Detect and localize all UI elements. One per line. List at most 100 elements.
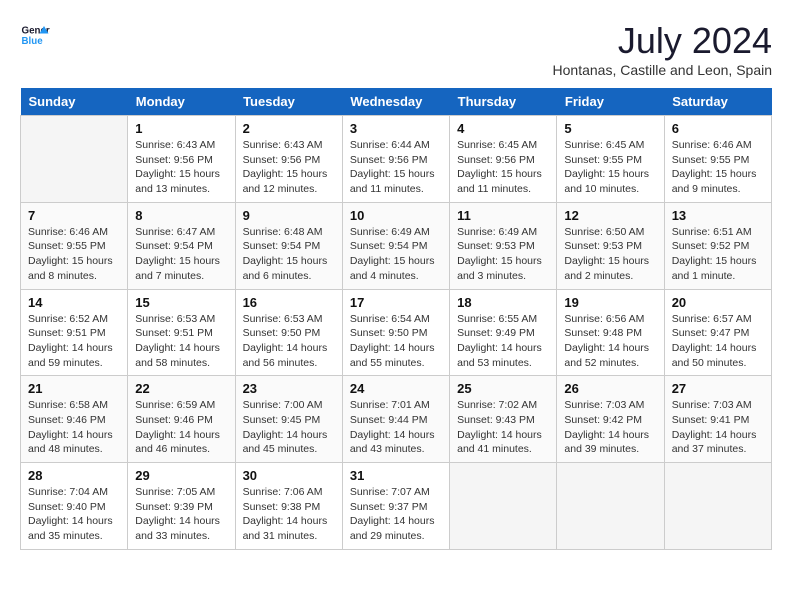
day-info: Sunrise: 7:03 AMSunset: 9:41 PMDaylight:… [672, 398, 764, 457]
weekday-header-wednesday: Wednesday [342, 88, 449, 116]
day-number: 6 [672, 121, 764, 136]
day-info: Sunrise: 6:50 AMSunset: 9:53 PMDaylight:… [564, 225, 656, 284]
calendar-day-cell: 26 Sunrise: 7:03 AMSunset: 9:42 PMDaylig… [557, 376, 664, 463]
day-number: 28 [28, 468, 120, 483]
calendar-day-cell: 7 Sunrise: 6:46 AMSunset: 9:55 PMDayligh… [21, 202, 128, 289]
day-number: 5 [564, 121, 656, 136]
day-number: 21 [28, 381, 120, 396]
calendar-day-cell: 24 Sunrise: 7:01 AMSunset: 9:44 PMDaylig… [342, 376, 449, 463]
day-number: 13 [672, 208, 764, 223]
day-number: 8 [135, 208, 227, 223]
calendar-day-cell: 6 Sunrise: 6:46 AMSunset: 9:55 PMDayligh… [664, 116, 771, 203]
day-number: 31 [350, 468, 442, 483]
day-number: 17 [350, 295, 442, 310]
day-number: 15 [135, 295, 227, 310]
day-number: 23 [243, 381, 335, 396]
day-info: Sunrise: 6:47 AMSunset: 9:54 PMDaylight:… [135, 225, 227, 284]
weekday-header-row: SundayMondayTuesdayWednesdayThursdayFrid… [21, 88, 772, 116]
day-info: Sunrise: 6:59 AMSunset: 9:46 PMDaylight:… [135, 398, 227, 457]
day-info: Sunrise: 7:02 AMSunset: 9:43 PMDaylight:… [457, 398, 549, 457]
logo: General Blue [20, 20, 50, 50]
weekday-header-saturday: Saturday [664, 88, 771, 116]
day-number: 12 [564, 208, 656, 223]
day-number: 11 [457, 208, 549, 223]
day-info: Sunrise: 6:53 AMSunset: 9:50 PMDaylight:… [243, 312, 335, 371]
day-info: Sunrise: 6:48 AMSunset: 9:54 PMDaylight:… [243, 225, 335, 284]
weekday-header-friday: Friday [557, 88, 664, 116]
day-number: 29 [135, 468, 227, 483]
day-number: 30 [243, 468, 335, 483]
calendar-day-cell: 28 Sunrise: 7:04 AMSunset: 9:40 PMDaylig… [21, 463, 128, 550]
calendar-day-cell: 18 Sunrise: 6:55 AMSunset: 9:49 PMDaylig… [450, 289, 557, 376]
day-number: 1 [135, 121, 227, 136]
day-info: Sunrise: 6:49 AMSunset: 9:53 PMDaylight:… [457, 225, 549, 284]
day-info: Sunrise: 6:46 AMSunset: 9:55 PMDaylight:… [672, 138, 764, 197]
calendar-day-cell: 12 Sunrise: 6:50 AMSunset: 9:53 PMDaylig… [557, 202, 664, 289]
day-info: Sunrise: 6:55 AMSunset: 9:49 PMDaylight:… [457, 312, 549, 371]
day-number: 24 [350, 381, 442, 396]
day-info: Sunrise: 6:45 AMSunset: 9:56 PMDaylight:… [457, 138, 549, 197]
calendar-day-cell: 5 Sunrise: 6:45 AMSunset: 9:55 PMDayligh… [557, 116, 664, 203]
day-info: Sunrise: 7:04 AMSunset: 9:40 PMDaylight:… [28, 485, 120, 544]
month-year-title: July 2024 [553, 20, 772, 62]
calendar-day-cell [557, 463, 664, 550]
calendar-day-cell: 14 Sunrise: 6:52 AMSunset: 9:51 PMDaylig… [21, 289, 128, 376]
day-info: Sunrise: 6:44 AMSunset: 9:56 PMDaylight:… [350, 138, 442, 197]
calendar-day-cell: 20 Sunrise: 6:57 AMSunset: 9:47 PMDaylig… [664, 289, 771, 376]
day-number: 22 [135, 381, 227, 396]
calendar-day-cell: 31 Sunrise: 7:07 AMSunset: 9:37 PMDaylig… [342, 463, 449, 550]
day-info: Sunrise: 7:06 AMSunset: 9:38 PMDaylight:… [243, 485, 335, 544]
calendar-day-cell: 13 Sunrise: 6:51 AMSunset: 9:52 PMDaylig… [664, 202, 771, 289]
logo-icon: General Blue [20, 20, 50, 50]
calendar-day-cell: 1 Sunrise: 6:43 AMSunset: 9:56 PMDayligh… [128, 116, 235, 203]
calendar-day-cell: 16 Sunrise: 6:53 AMSunset: 9:50 PMDaylig… [235, 289, 342, 376]
title-block: July 2024 Hontanas, Castille and Leon, S… [553, 20, 772, 78]
day-number: 7 [28, 208, 120, 223]
calendar-day-cell: 11 Sunrise: 6:49 AMSunset: 9:53 PMDaylig… [450, 202, 557, 289]
day-number: 25 [457, 381, 549, 396]
weekday-header-tuesday: Tuesday [235, 88, 342, 116]
day-number: 4 [457, 121, 549, 136]
calendar-day-cell: 10 Sunrise: 6:49 AMSunset: 9:54 PMDaylig… [342, 202, 449, 289]
calendar-day-cell: 27 Sunrise: 7:03 AMSunset: 9:41 PMDaylig… [664, 376, 771, 463]
calendar-day-cell [21, 116, 128, 203]
day-info: Sunrise: 7:05 AMSunset: 9:39 PMDaylight:… [135, 485, 227, 544]
calendar-day-cell: 25 Sunrise: 7:02 AMSunset: 9:43 PMDaylig… [450, 376, 557, 463]
day-info: Sunrise: 6:43 AMSunset: 9:56 PMDaylight:… [243, 138, 335, 197]
calendar-day-cell: 21 Sunrise: 6:58 AMSunset: 9:46 PMDaylig… [21, 376, 128, 463]
day-info: Sunrise: 7:03 AMSunset: 9:42 PMDaylight:… [564, 398, 656, 457]
calendar-day-cell: 17 Sunrise: 6:54 AMSunset: 9:50 PMDaylig… [342, 289, 449, 376]
calendar-day-cell: 29 Sunrise: 7:05 AMSunset: 9:39 PMDaylig… [128, 463, 235, 550]
calendar-week-row: 14 Sunrise: 6:52 AMSunset: 9:51 PMDaylig… [21, 289, 772, 376]
day-number: 18 [457, 295, 549, 310]
calendar-week-row: 21 Sunrise: 6:58 AMSunset: 9:46 PMDaylig… [21, 376, 772, 463]
day-info: Sunrise: 6:53 AMSunset: 9:51 PMDaylight:… [135, 312, 227, 371]
day-number: 20 [672, 295, 764, 310]
weekday-header-sunday: Sunday [21, 88, 128, 116]
calendar-day-cell: 23 Sunrise: 7:00 AMSunset: 9:45 PMDaylig… [235, 376, 342, 463]
weekday-header-thursday: Thursday [450, 88, 557, 116]
day-info: Sunrise: 6:51 AMSunset: 9:52 PMDaylight:… [672, 225, 764, 284]
day-info: Sunrise: 6:43 AMSunset: 9:56 PMDaylight:… [135, 138, 227, 197]
calendar-day-cell: 22 Sunrise: 6:59 AMSunset: 9:46 PMDaylig… [128, 376, 235, 463]
day-number: 9 [243, 208, 335, 223]
calendar-day-cell: 30 Sunrise: 7:06 AMSunset: 9:38 PMDaylig… [235, 463, 342, 550]
day-info: Sunrise: 6:49 AMSunset: 9:54 PMDaylight:… [350, 225, 442, 284]
calendar-day-cell [664, 463, 771, 550]
day-info: Sunrise: 6:45 AMSunset: 9:55 PMDaylight:… [564, 138, 656, 197]
page-header: General Blue July 2024 Hontanas, Castill… [20, 20, 772, 78]
day-number: 26 [564, 381, 656, 396]
day-info: Sunrise: 6:54 AMSunset: 9:50 PMDaylight:… [350, 312, 442, 371]
svg-text:Blue: Blue [22, 36, 44, 47]
calendar-day-cell: 15 Sunrise: 6:53 AMSunset: 9:51 PMDaylig… [128, 289, 235, 376]
day-info: Sunrise: 7:07 AMSunset: 9:37 PMDaylight:… [350, 485, 442, 544]
calendar-day-cell: 4 Sunrise: 6:45 AMSunset: 9:56 PMDayligh… [450, 116, 557, 203]
calendar-day-cell [450, 463, 557, 550]
calendar-day-cell: 9 Sunrise: 6:48 AMSunset: 9:54 PMDayligh… [235, 202, 342, 289]
day-info: Sunrise: 6:46 AMSunset: 9:55 PMDaylight:… [28, 225, 120, 284]
calendar-day-cell: 19 Sunrise: 6:56 AMSunset: 9:48 PMDaylig… [557, 289, 664, 376]
day-info: Sunrise: 7:01 AMSunset: 9:44 PMDaylight:… [350, 398, 442, 457]
calendar-week-row: 1 Sunrise: 6:43 AMSunset: 9:56 PMDayligh… [21, 116, 772, 203]
calendar-day-cell: 3 Sunrise: 6:44 AMSunset: 9:56 PMDayligh… [342, 116, 449, 203]
weekday-header-monday: Monday [128, 88, 235, 116]
